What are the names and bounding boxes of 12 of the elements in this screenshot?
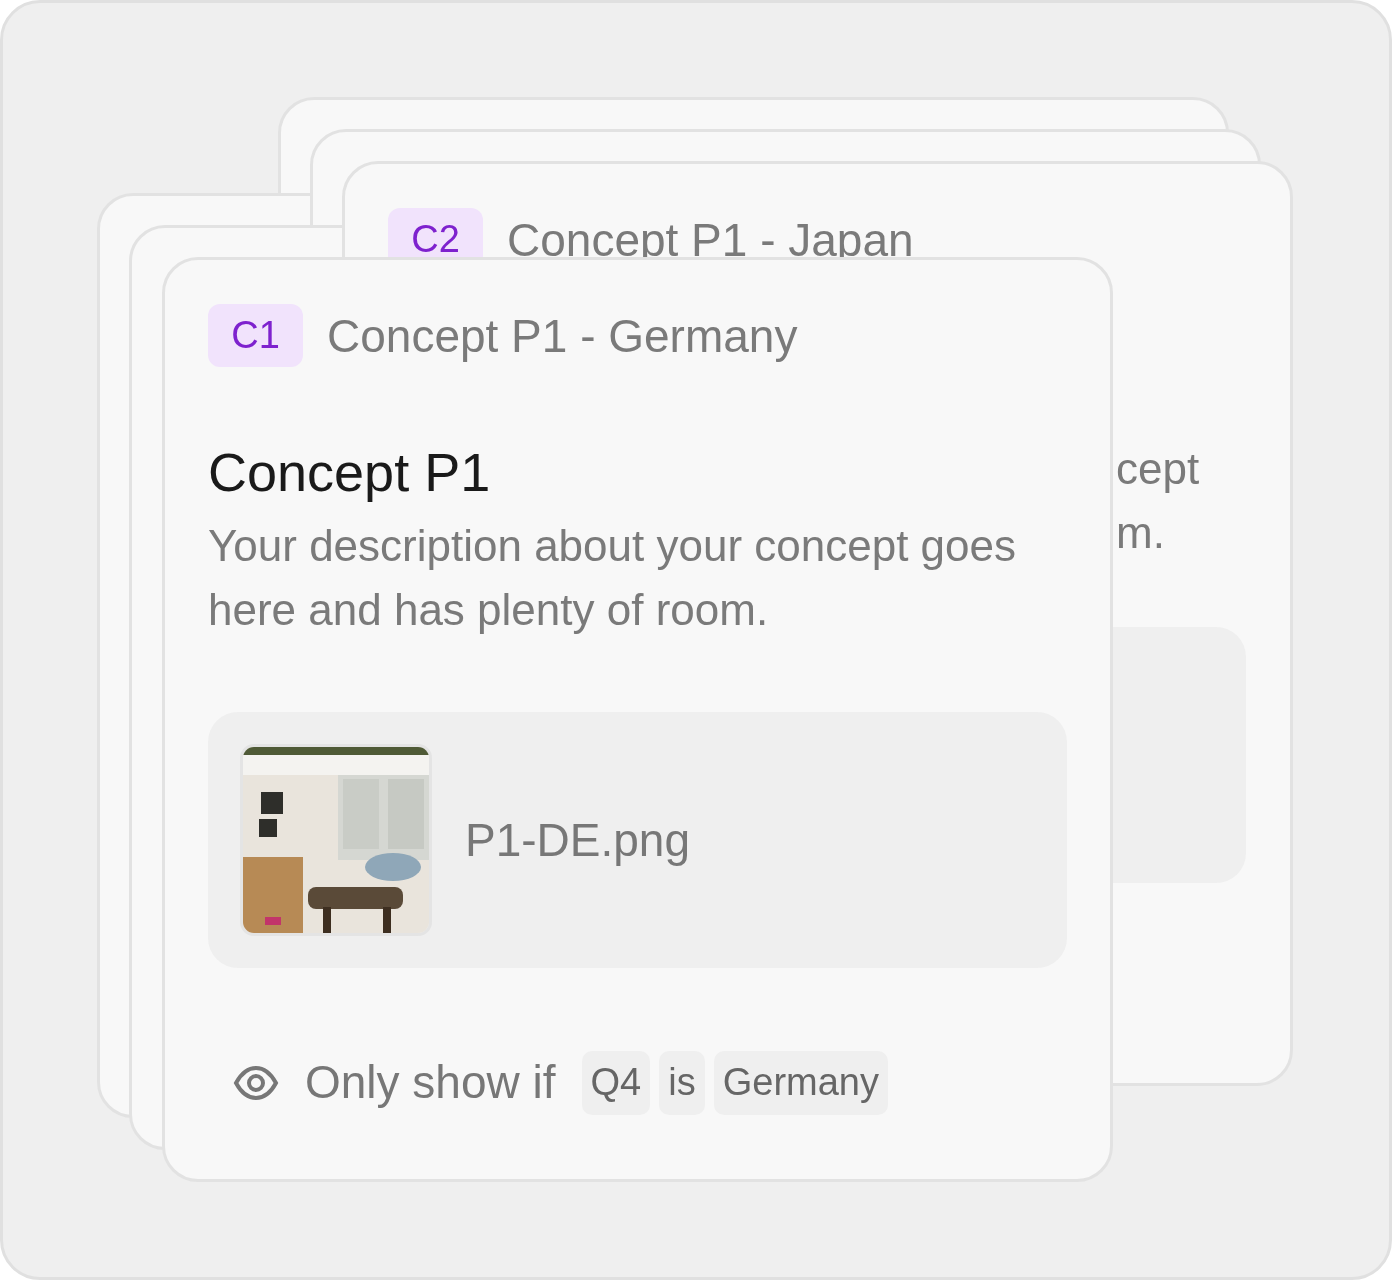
description-text: cept	[1116, 443, 1200, 495]
condition-token: Q4	[581, 1050, 651, 1115]
concept-description: Your description about your concept goes here and has plenty of room.	[208, 520, 1018, 637]
condition-token: is	[659, 1050, 705, 1115]
description-text: m.	[1116, 507, 1165, 559]
file-name: P1-DE.png	[465, 812, 690, 868]
concept-heading: Concept P1 - Japan	[507, 216, 914, 263]
eye-icon	[233, 1065, 279, 1100]
condition-label: Only show if	[305, 1055, 556, 1111]
concept-badge: C1	[208, 304, 303, 367]
condition-token: Germany	[713, 1050, 888, 1115]
concept-title: Concept P1	[208, 443, 492, 503]
